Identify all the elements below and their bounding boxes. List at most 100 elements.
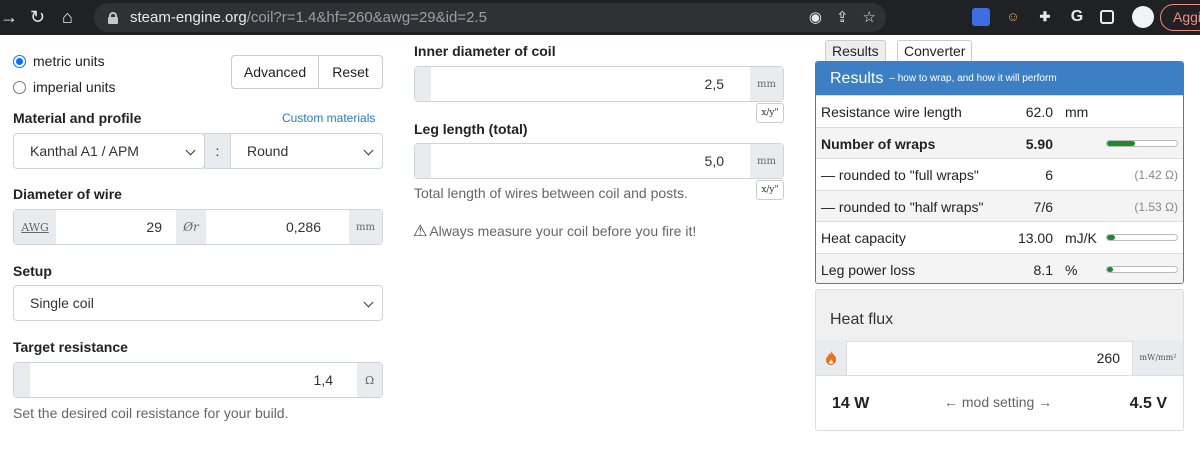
target-input[interactable]: 1,4 [30, 363, 357, 397]
heat-flux-input[interactable]: 260 [846, 340, 1133, 375]
lock-icon [108, 11, 118, 24]
button-group: Advanced Reset [231, 55, 383, 89]
result-label: Heat capacity [821, 230, 906, 246]
result-label: Leg power loss [821, 261, 916, 278]
radio-checked-icon[interactable] [13, 54, 26, 68]
browser-toolbar: → ↻ ⌂ steam-engine.org/coil?r=1.4&hf=260… [0, 0, 1200, 35]
inner-left-addon [415, 67, 431, 101]
extension-blue-icon[interactable] [972, 8, 990, 26]
result-value: 62.0 [1025, 104, 1053, 120]
tab-converter[interactable]: Converter [897, 40, 973, 62]
reload-icon[interactable]: ↻ [30, 6, 45, 28]
metric-units-label: metric units [33, 53, 105, 69]
result-value: 8.1 [1033, 261, 1053, 278]
diameter-label: Ør [176, 210, 206, 244]
result-label: Resistance wire length [821, 104, 962, 120]
home-icon[interactable]: ⌂ [62, 6, 73, 28]
result-value: 6 [1045, 167, 1053, 183]
awg-label: AWG [14, 210, 56, 244]
leg-unit: mm [750, 144, 783, 178]
custom-materials-link[interactable]: Custom materials [282, 111, 375, 125]
profile-button[interactable]: Aggi [1160, 4, 1200, 31]
results-row: Heat capacity 13.00 mJ/K [816, 221, 1183, 253]
material-value: Kanthal A1 / APM [30, 143, 139, 159]
avatar[interactable] [1132, 6, 1154, 28]
target-help: Set the desired coil resistance for your… [13, 405, 289, 421]
result-label: — rounded to "full wraps" [821, 167, 979, 183]
tab-results[interactable]: Results [825, 40, 886, 62]
extensions-puzzle-icon[interactable]: ✚ [1036, 8, 1054, 26]
imperial-units-option[interactable]: imperial units [13, 79, 115, 95]
heat-flux-panel: Heat flux 260 mW/mm² 14 W ← mod setting … [815, 289, 1184, 431]
profile-select[interactable]: Round [230, 133, 383, 169]
target-unit: Ω [357, 363, 382, 397]
leg-convert-button[interactable]: x/y" [756, 180, 784, 200]
side-panel-icon[interactable] [1100, 10, 1114, 24]
result-bar-fill [1107, 140, 1135, 146]
inner-convert-button[interactable]: x/y" [756, 103, 784, 123]
result-value: 7/6 [1033, 198, 1053, 215]
radio-unchecked-icon[interactable] [13, 80, 26, 94]
diameter-input[interactable]: 0,286 [206, 210, 349, 244]
chevron-down-icon [185, 145, 196, 156]
result-unit: % [1065, 261, 1078, 278]
warning-text: Always measure your coil before you fire… [429, 223, 697, 239]
setup-select[interactable]: Single coil [13, 285, 383, 321]
url-host: steam-engine.org [130, 9, 247, 26]
result-label: Number of wraps [821, 135, 936, 152]
inner-group: 2,5 mm [414, 66, 784, 102]
results-row: Number of wraps 5.90 [816, 126, 1183, 159]
warning-triangle-icon: ⚠ [413, 223, 428, 240]
results-panel: Results – how to wrap, and how it will p… [815, 61, 1184, 284]
wire-heading: Diameter of wire [13, 186, 122, 202]
results-row: Leg power loss 8.1% [816, 252, 1183, 283]
leg-left-addon [415, 144, 431, 178]
result-note: (1.42 Ω) [1134, 168, 1178, 182]
reset-button[interactable]: Reset [319, 56, 382, 88]
diameter-unit: mm [349, 210, 382, 244]
incognito-icon[interactable]: ◉ [809, 8, 822, 26]
address-bar[interactable]: steam-engine.org/coil?r=1.4&hf=260&awg=2… [94, 3, 886, 32]
result-bar-fill [1107, 235, 1116, 240]
leg-input[interactable]: 5,0 [431, 144, 750, 178]
volts-value: 4.5 V [1129, 395, 1167, 412]
result-label: — rounded to "half wraps" [821, 198, 984, 215]
share-icon[interactable]: ⇪ [836, 8, 849, 26]
heat-flux-group: 260 mW/mm² [816, 340, 1183, 376]
result-bar [1106, 139, 1178, 147]
chevron-down-icon [363, 297, 374, 308]
results-header: Results – how to wrap, and how it will p… [816, 62, 1183, 95]
metric-units-option[interactable]: metric units [13, 53, 105, 69]
setup-heading: Setup [13, 263, 52, 279]
url-path: /coil?r=1.4&hf=260&awg=29&id=2.5 [246, 9, 487, 26]
result-bar-fill [1107, 266, 1113, 272]
awg-input[interactable]: 29 [56, 210, 176, 244]
target-left-addon [14, 363, 30, 397]
inner-heading: Inner diameter of coil [414, 43, 556, 59]
material-select[interactable]: Kanthal A1 / APM [13, 133, 205, 169]
back-arrow-icon[interactable]: → [0, 6, 18, 28]
inner-input[interactable]: 2,5 [431, 67, 750, 101]
watts-value: 14 W [832, 395, 870, 412]
result-unit: mm [1065, 104, 1089, 120]
chevron-down-icon [363, 145, 374, 156]
target-heading: Target resistance [13, 339, 128, 355]
result-bar [1106, 265, 1178, 273]
flame-icon [816, 340, 846, 375]
results-row: — rounded to "full wraps" 6 (1.42 Ω) [816, 158, 1183, 190]
separator-addon: : [204, 133, 231, 169]
bookmark-star-icon[interactable]: ☆ [863, 8, 876, 26]
advanced-button[interactable]: Advanced [232, 56, 319, 88]
results-row: — rounded to "half wraps" 7/6 (1.53 Ω) [816, 189, 1183, 222]
mod-setting-label: ← mod setting → [944, 394, 1053, 410]
result-bar [1106, 234, 1178, 241]
results-row: Resistance wire length 62.0 mm [816, 95, 1183, 127]
warning-message: ⚠ Always measure your coil before you fi… [413, 221, 696, 241]
imperial-units-label: imperial units [33, 79, 116, 95]
target-group: 1,4 Ω [13, 362, 383, 398]
wire-diameter-group: AWG 29 Ør 0,286 mm [13, 209, 383, 245]
result-value: 5.90 [1025, 135, 1053, 152]
google-icon[interactable]: G [1068, 8, 1086, 26]
result-unit: mJ/K [1065, 230, 1097, 246]
extension-face-icon[interactable]: ☺ [1004, 8, 1022, 26]
